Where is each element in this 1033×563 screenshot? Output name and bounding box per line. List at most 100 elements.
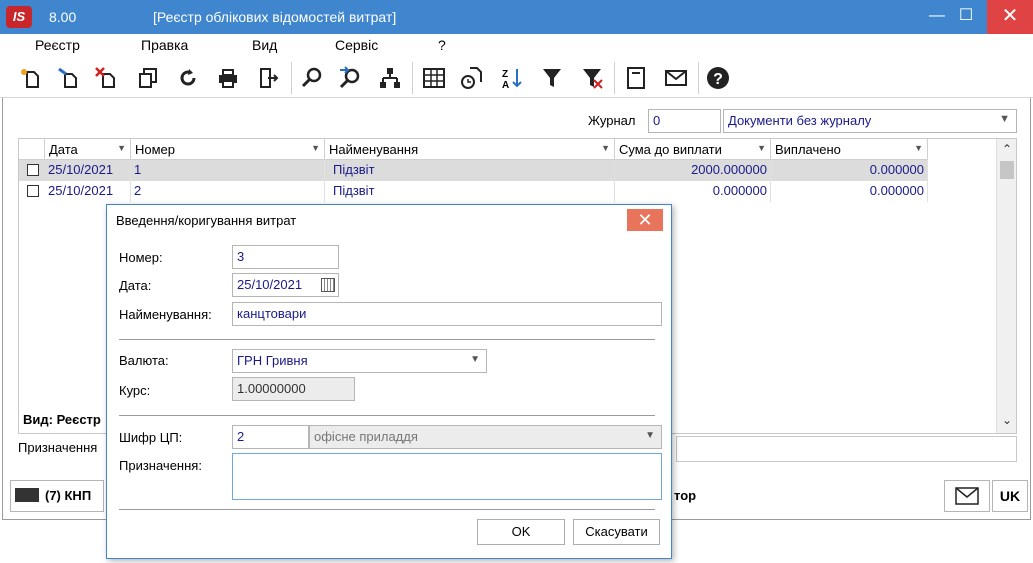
- app-version: 8.00: [49, 9, 77, 25]
- help-icon[interactable]: ?: [704, 64, 732, 92]
- menu-registry[interactable]: Реєстр: [35, 37, 80, 53]
- header-number[interactable]: Номер ▼: [131, 139, 325, 160]
- new-icon[interactable]: [16, 64, 44, 92]
- svg-text:Z: Z: [502, 69, 508, 80]
- filter-icon[interactable]: [538, 64, 566, 92]
- menu-edit[interactable]: Правка: [141, 37, 188, 53]
- close-button[interactable]: ✕: [987, 0, 1033, 34]
- header-sum[interactable]: Сума до виплати ▼: [615, 139, 771, 160]
- sort-arrow-icon: ▼: [601, 143, 610, 153]
- title-bar: IS 8.00 [Реєстр облікових відомостей вит…: [0, 0, 1033, 34]
- table-row[interactable]: 25/10/2021 1 Підзвіт 2000.000000 0.00000…: [19, 160, 928, 181]
- dialog-close-button[interactable]: ✕: [627, 209, 663, 231]
- maximize-button[interactable]: ☐: [944, 0, 988, 34]
- purpose-dialog-label: Призначення:: [119, 458, 202, 473]
- sort-icon[interactable]: ZA: [498, 64, 526, 92]
- refresh-icon[interactable]: [174, 64, 202, 92]
- sort-arrow-icon: ▼: [757, 143, 766, 153]
- scroll-down-icon[interactable]: ⌄: [997, 413, 1017, 427]
- header-paid[interactable]: Виплачено ▼: [771, 139, 928, 160]
- number-label: Номер:: [119, 250, 163, 265]
- sort-arrow-icon: ▼: [117, 143, 126, 153]
- print-icon[interactable]: [214, 64, 242, 92]
- dialog-title-bar: Введення/коригування витрат ✕: [107, 205, 671, 235]
- building-icon: [15, 488, 39, 502]
- menu-help[interactable]: ?: [438, 37, 446, 53]
- dialog-title: Введення/коригування витрат: [116, 213, 297, 228]
- header-checkbox-col: [19, 139, 45, 160]
- copy-new-icon[interactable]: [54, 64, 82, 92]
- view-label: Вид: Реєстр: [23, 412, 101, 427]
- scroll-up-icon[interactable]: ⌃: [997, 142, 1017, 156]
- cell-date: 25/10/2021: [45, 181, 131, 202]
- history-icon[interactable]: [458, 64, 486, 92]
- currency-label: Валюта:: [119, 353, 169, 368]
- sort-arrow-icon: ▼: [914, 143, 923, 153]
- cell-date: 25/10/2021: [45, 160, 131, 181]
- sort-arrow-icon: ▼: [311, 143, 320, 153]
- cp-label: Шифр ЦП:: [119, 430, 183, 445]
- language-indicator[interactable]: UK: [992, 480, 1028, 512]
- ok-button[interactable]: OK: [477, 519, 565, 545]
- header-date[interactable]: Дата ▼: [45, 139, 131, 160]
- vertical-scrollbar[interactable]: ⌃ ⌄: [996, 139, 1016, 433]
- mail-status-icon[interactable]: [944, 480, 990, 512]
- rate-input[interactable]: 1.00000000: [232, 377, 355, 401]
- cp-code-input[interactable]: 2: [232, 425, 309, 449]
- purpose-field[interactable]: [676, 436, 1017, 462]
- row-checkbox[interactable]: [27, 164, 39, 176]
- purpose-textarea[interactable]: [232, 453, 662, 500]
- chevron-down-icon: ▼: [470, 354, 480, 365]
- purpose-label: Призначення: [18, 440, 98, 455]
- svg-text:A: A: [502, 80, 509, 90]
- name-input[interactable]: канцтовари: [232, 302, 662, 326]
- menu-view[interactable]: Вид: [252, 37, 277, 53]
- journal-code-input[interactable]: 0: [648, 109, 721, 133]
- divider: [119, 415, 655, 416]
- mail-icon[interactable]: [662, 64, 690, 92]
- menu-service[interactable]: Сервіс: [335, 37, 378, 53]
- cell-name: Підзвіт: [325, 160, 615, 181]
- cancel-button[interactable]: Скасувати: [573, 519, 660, 545]
- app-logo: IS: [6, 6, 32, 28]
- journal-select[interactable]: Документи без журналу ▼: [723, 109, 1017, 133]
- divider: [119, 509, 655, 510]
- cell-number: 1: [131, 160, 325, 181]
- delete-icon[interactable]: [92, 64, 120, 92]
- cell-sum: 2000.000000: [615, 160, 771, 181]
- window-title: [Реєстр облікових відомостей витрат]: [153, 9, 397, 25]
- duplicate-icon[interactable]: [134, 64, 162, 92]
- search-next-icon[interactable]: [336, 64, 364, 92]
- expense-edit-dialog: Введення/коригування витрат ✕ Номер: 3 Д…: [106, 204, 672, 559]
- header-name[interactable]: Найменування ▼: [325, 139, 615, 160]
- calendar-icon[interactable]: [321, 278, 335, 292]
- table-row[interactable]: 25/10/2021 2 Підзвіт 0.000000 0.000000: [19, 181, 928, 202]
- cell-number: 2: [131, 181, 325, 202]
- journal-label: Журнал: [588, 113, 636, 128]
- cell-paid: 0.000000: [771, 160, 928, 181]
- form-icon[interactable]: [622, 64, 650, 92]
- currency-select[interactable]: ГРН Гривня ▼: [232, 349, 487, 373]
- journal-select-value: Документи без журналу: [728, 113, 872, 128]
- operator-status: тор: [674, 488, 697, 503]
- rate-label: Курс:: [119, 383, 151, 398]
- date-input[interactable]: 25/10/2021: [232, 273, 339, 297]
- cell-name: Підзвіт: [325, 181, 615, 202]
- company-status[interactable]: (7) КНП: [10, 480, 104, 512]
- number-input[interactable]: 3: [232, 245, 339, 269]
- table-icon[interactable]: [420, 64, 448, 92]
- name-label: Найменування:: [119, 307, 212, 322]
- cell-paid: 0.000000: [771, 181, 928, 202]
- row-checkbox[interactable]: [27, 185, 39, 197]
- hierarchy-icon[interactable]: [376, 64, 404, 92]
- svg-text:?: ?: [713, 71, 723, 88]
- menu-bar: Реєстр Правка Вид Сервіс ?: [0, 34, 1033, 58]
- divider: [119, 339, 655, 340]
- search-icon[interactable]: [298, 64, 326, 92]
- chevron-down-icon: ▼: [999, 113, 1010, 125]
- cp-name-select[interactable]: офісне приладдя ▼: [309, 425, 662, 449]
- filter-clear-icon[interactable]: [578, 64, 606, 92]
- export-icon[interactable]: [254, 64, 282, 92]
- scroll-thumb[interactable]: [1000, 161, 1014, 179]
- chevron-down-icon: ▼: [645, 430, 655, 441]
